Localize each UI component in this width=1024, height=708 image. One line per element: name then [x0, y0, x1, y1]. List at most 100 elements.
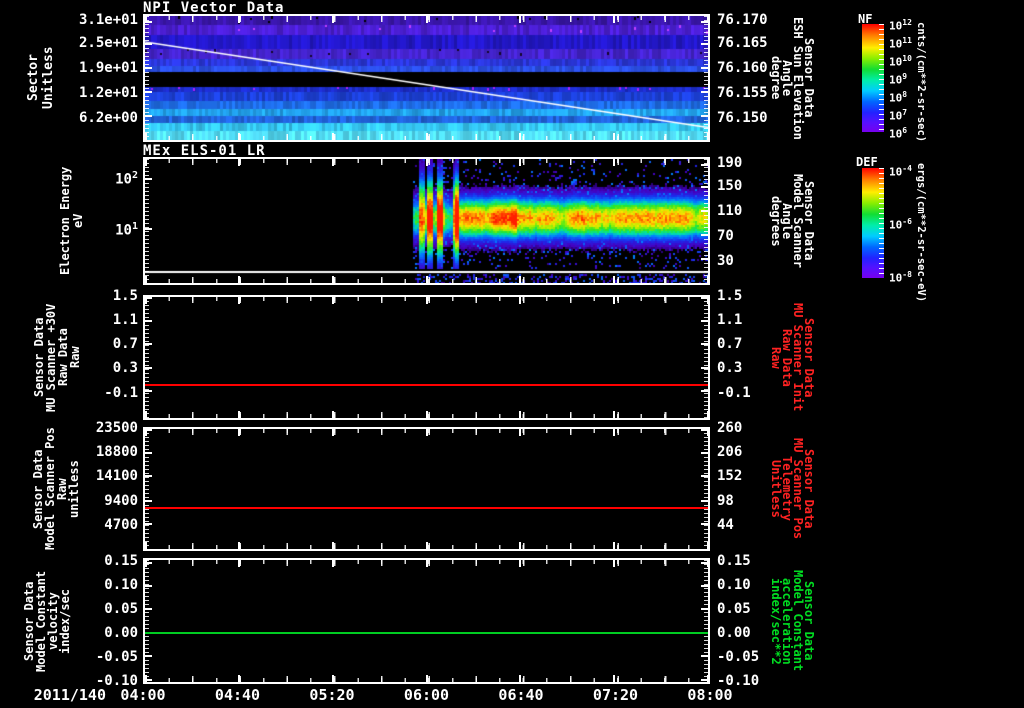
y-axis-title-mu-scanner: Sensor Data MU Scanner +30V Raw Data Raw — [32, 303, 82, 412]
axis-major-tick — [238, 675, 240, 682]
axis-major-tick — [707, 276, 709, 283]
axis-major-tick — [426, 542, 428, 549]
axis-major-tick — [707, 159, 709, 166]
right-axis-tick-label: 30 — [717, 252, 734, 269]
y-axis-tick-label: 0.3 — [112, 360, 138, 377]
y-axis-tick-label: 9400 — [104, 493, 138, 510]
x-axis-date-label: 2011/140 — [33, 686, 106, 704]
y-axis-tick-label: 2.5e+01 — [78, 34, 138, 51]
colorbar-tick-label: 10-8 — [889, 269, 912, 285]
y-axis-tick-label: 4700 — [104, 516, 138, 533]
axis-major-tick — [332, 297, 334, 304]
axis-major-tick — [145, 178, 152, 180]
right-axis-tick-label: 76.165 — [717, 34, 768, 51]
axis-major-tick — [701, 655, 708, 657]
y-axis-tick-label: 1.9e+01 — [78, 59, 138, 76]
colorbar-tick-label: 106 — [889, 126, 908, 141]
axis-major-tick — [701, 91, 708, 93]
model-constant-panel — [143, 558, 710, 684]
axis-major-tick — [519, 16, 521, 23]
right-axis-tick-label: 0.3 — [717, 360, 743, 377]
y-axis-tick-label: 3.1e+01 — [78, 11, 138, 28]
right-axis-tick-label: 0.10 — [717, 577, 751, 594]
axis-major-tick — [238, 560, 240, 567]
axis-major-tick — [145, 390, 152, 392]
right-axis-tick-label: 1.1 — [717, 312, 743, 328]
axis-major-tick — [701, 367, 708, 369]
axis-major-tick — [701, 186, 708, 188]
axis-major-tick — [426, 159, 428, 166]
axis-major-tick — [332, 133, 334, 140]
nf-colorbar-unit: cnts/(cm**2-sr-sec) — [915, 22, 927, 143]
axis-major-tick — [332, 159, 334, 166]
axis-major-tick — [332, 276, 334, 283]
axis-major-tick — [332, 16, 334, 23]
right-axis-tick-label: 110 — [717, 202, 743, 219]
axis-major-tick — [701, 390, 708, 392]
axis-major-tick — [613, 542, 615, 549]
colorbar-tick-label: 10-6 — [889, 217, 912, 232]
axis-major-tick — [707, 560, 709, 567]
colorbar-tick-label: 107 — [889, 107, 908, 123]
right-axis-tick-label: 150 — [717, 177, 743, 194]
x-axis-tick-label: 04:00 — [120, 686, 166, 704]
axis-major-tick — [519, 133, 521, 140]
right-axis-tick-label: 260 — [717, 420, 743, 437]
axis-major-tick — [519, 675, 521, 682]
axis-major-tick — [707, 429, 709, 436]
axis-major-tick — [145, 276, 147, 283]
axis-major-tick — [701, 608, 708, 610]
axis-major-tick — [238, 133, 240, 140]
def-colorbar — [862, 168, 884, 278]
colorbar-tick-label: 109 — [889, 72, 908, 87]
axis-major-tick — [426, 560, 428, 567]
axis-major-tick — [145, 343, 152, 345]
axis-major-tick — [426, 276, 428, 283]
axis-major-tick — [707, 133, 709, 140]
x-axis-tick-label: 08:00 — [687, 686, 733, 704]
axis-major-tick — [145, 297, 147, 304]
axis-major-tick — [145, 228, 152, 230]
axis-major-tick — [519, 297, 521, 304]
axis-major-tick — [145, 429, 147, 436]
y-minor-ticks-left — [145, 297, 149, 418]
x-axis-tick-label: 04:40 — [214, 686, 261, 704]
scanner-pos-panel — [143, 427, 710, 551]
axis-major-tick — [519, 411, 521, 418]
axis-major-tick — [701, 115, 708, 117]
axis-major-tick — [145, 675, 147, 682]
right-axis-tick-label: 76.150 — [717, 109, 768, 126]
axis-major-tick — [701, 210, 708, 212]
right-axis-tick-label: 76.170 — [717, 11, 768, 28]
axis-major-tick — [332, 560, 334, 567]
axis-major-tick — [519, 159, 521, 166]
y-axis-title-npi: Sector Unitless — [26, 46, 56, 110]
y-axis-tick-label: 0.05 — [104, 601, 138, 618]
right-axis-title-sun-elevation: Sensor Data ESH Sun Elevation Angle degr… — [769, 16, 816, 140]
axis-major-tick — [426, 133, 428, 140]
y-axis-title-model-constant: Sensor Data Model Constant velocity inde… — [22, 570, 72, 672]
axis-major-tick — [145, 452, 152, 454]
y-minor-ticks-right — [704, 297, 708, 418]
axis-major-tick — [145, 133, 147, 140]
axis-major-tick — [238, 429, 240, 436]
y-minor-ticks-left — [145, 560, 149, 682]
nf-colorbar — [862, 24, 884, 132]
axis-major-tick — [707, 16, 709, 23]
right-axis-tick-label: 76.160 — [717, 59, 768, 76]
right-axis-title-scanner-telemetry: Sensor Data MU Scanner Pos Telemetry Uni… — [769, 438, 816, 540]
colorbar-tick-label: 1012 — [889, 18, 912, 33]
axis-major-tick — [613, 411, 615, 418]
axis-major-tick — [238, 159, 240, 166]
axis-major-tick — [332, 411, 334, 418]
axis-major-tick — [145, 542, 147, 549]
def-colorbar-unit: ergs/(cm**2-sr-sec-eV) — [915, 163, 927, 303]
axis-major-tick — [332, 542, 334, 549]
axis-major-tick — [145, 655, 152, 657]
axis-major-tick — [707, 297, 709, 304]
right-axis-tick-label: 98 — [717, 493, 734, 510]
y-axis-tick-label: 0.00 — [104, 624, 138, 641]
axis-major-tick — [426, 429, 428, 436]
axis-major-tick — [613, 560, 615, 567]
colorbar-tick-label: 10-4 — [889, 164, 912, 179]
